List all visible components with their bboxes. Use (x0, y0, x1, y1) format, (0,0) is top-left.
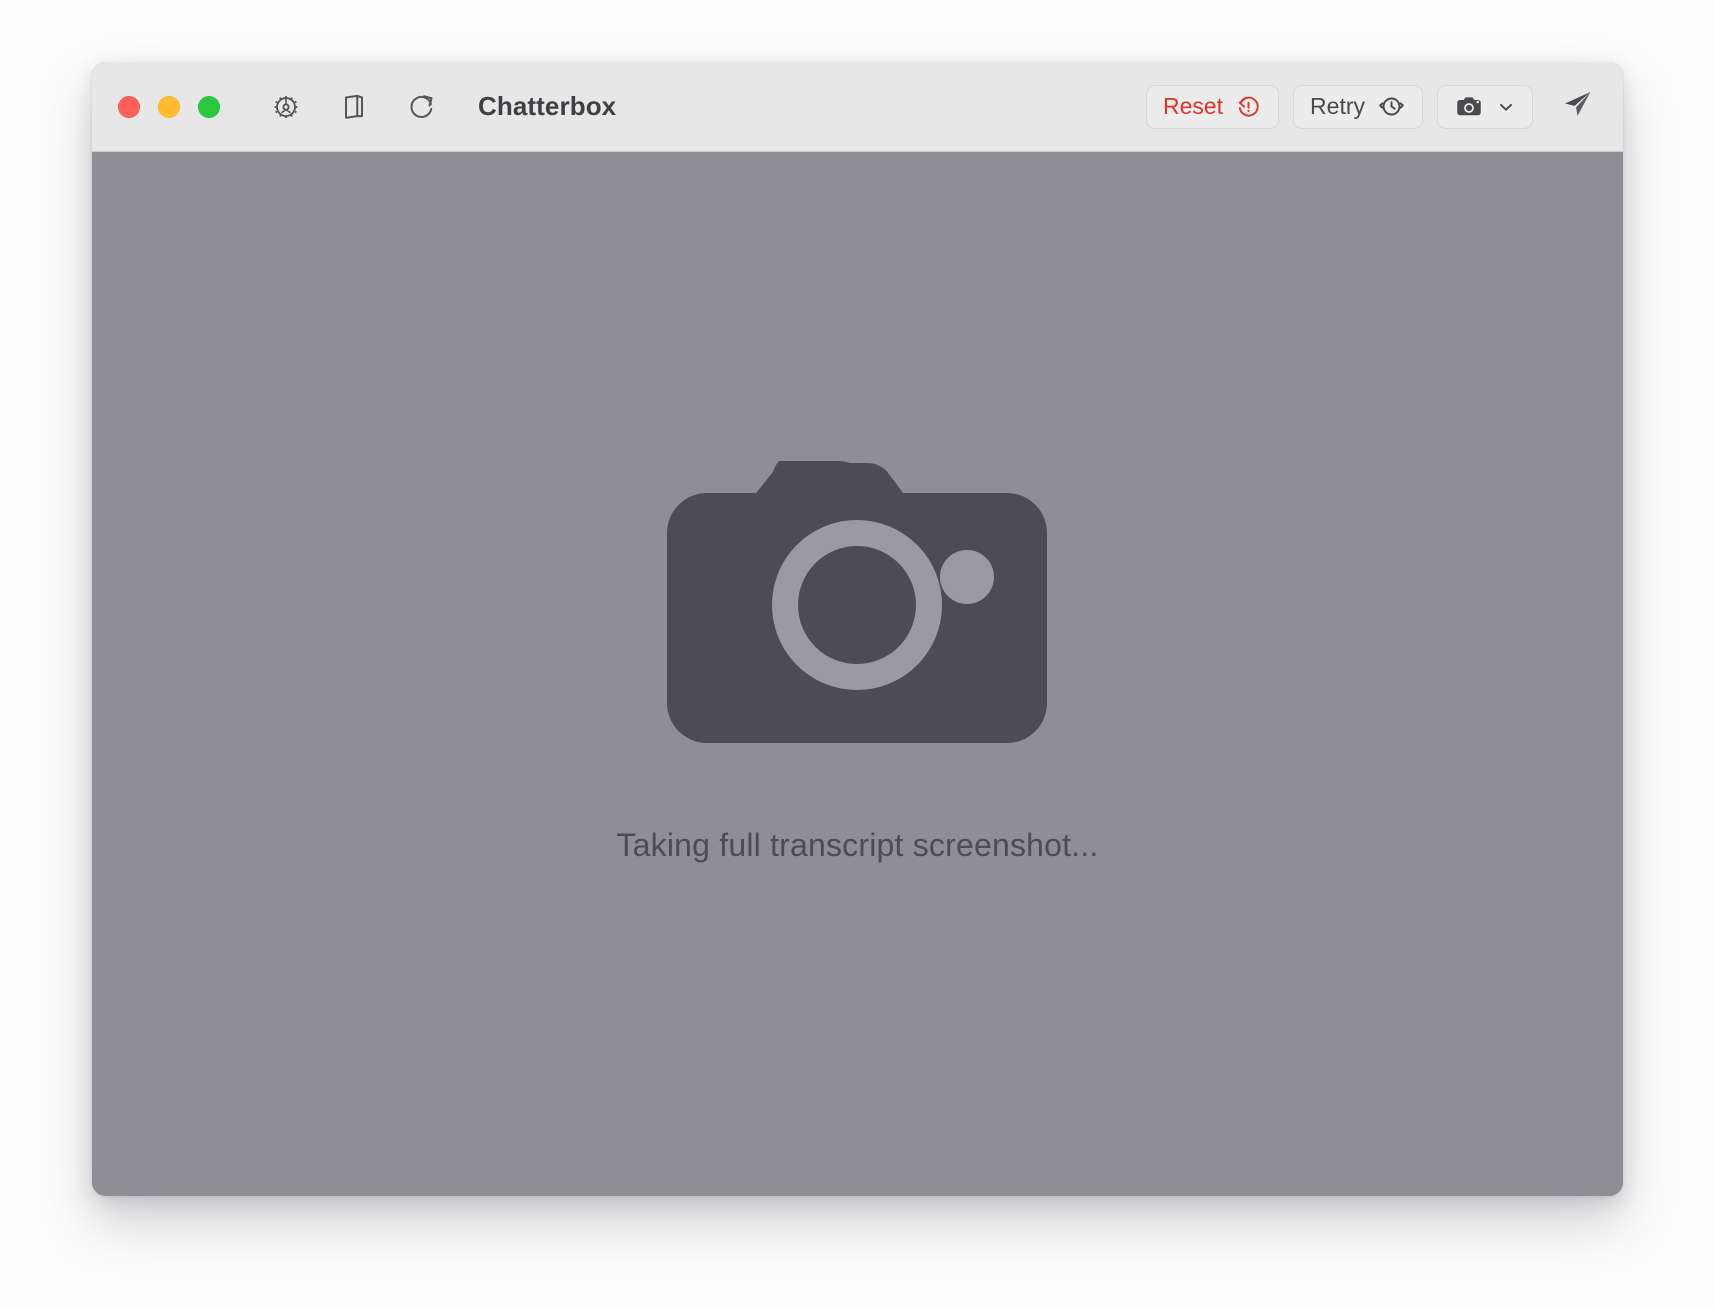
minimize-button[interactable] (158, 95, 180, 118)
camera-icon (1454, 92, 1484, 122)
window-titlebar: Chatterbox Reset Retry (92, 62, 1623, 152)
main-content-area: Taking full transcript screenshot... (92, 152, 1623, 1196)
refresh-icon[interactable] (406, 91, 438, 123)
screenshot-status-block: Taking full transcript screenshot... (616, 425, 1098, 864)
camera-menu-button[interactable] (1437, 84, 1533, 129)
toolbar-left-icons (270, 91, 438, 123)
status-message: Taking full transcript screenshot... (616, 826, 1099, 863)
close-button[interactable] (118, 95, 140, 118)
chevron-down-icon (1496, 97, 1516, 117)
history-clock-icon (1377, 92, 1406, 121)
send-paper-plane-icon (1562, 88, 1594, 125)
app-window: Chatterbox Reset Retry Taking full trans… (92, 62, 1623, 1196)
sidebar-icon[interactable] (338, 91, 370, 123)
reset-button-label: Reset (1162, 93, 1224, 119)
toolbar-actions: Reset Retry (1145, 84, 1601, 129)
retry-button[interactable]: Retry (1293, 84, 1423, 129)
maximize-button[interactable] (198, 95, 220, 118)
reset-button[interactable]: Reset (1145, 84, 1280, 129)
send-button[interactable] (1555, 85, 1601, 129)
camera-illustration-icon (667, 460, 1048, 743)
traffic-lights (118, 95, 220, 118)
gear-icon[interactable] (270, 91, 302, 123)
reset-warning-icon (1235, 93, 1262, 120)
window-title: Chatterbox (478, 91, 617, 121)
retry-button-label: Retry (1310, 93, 1365, 119)
